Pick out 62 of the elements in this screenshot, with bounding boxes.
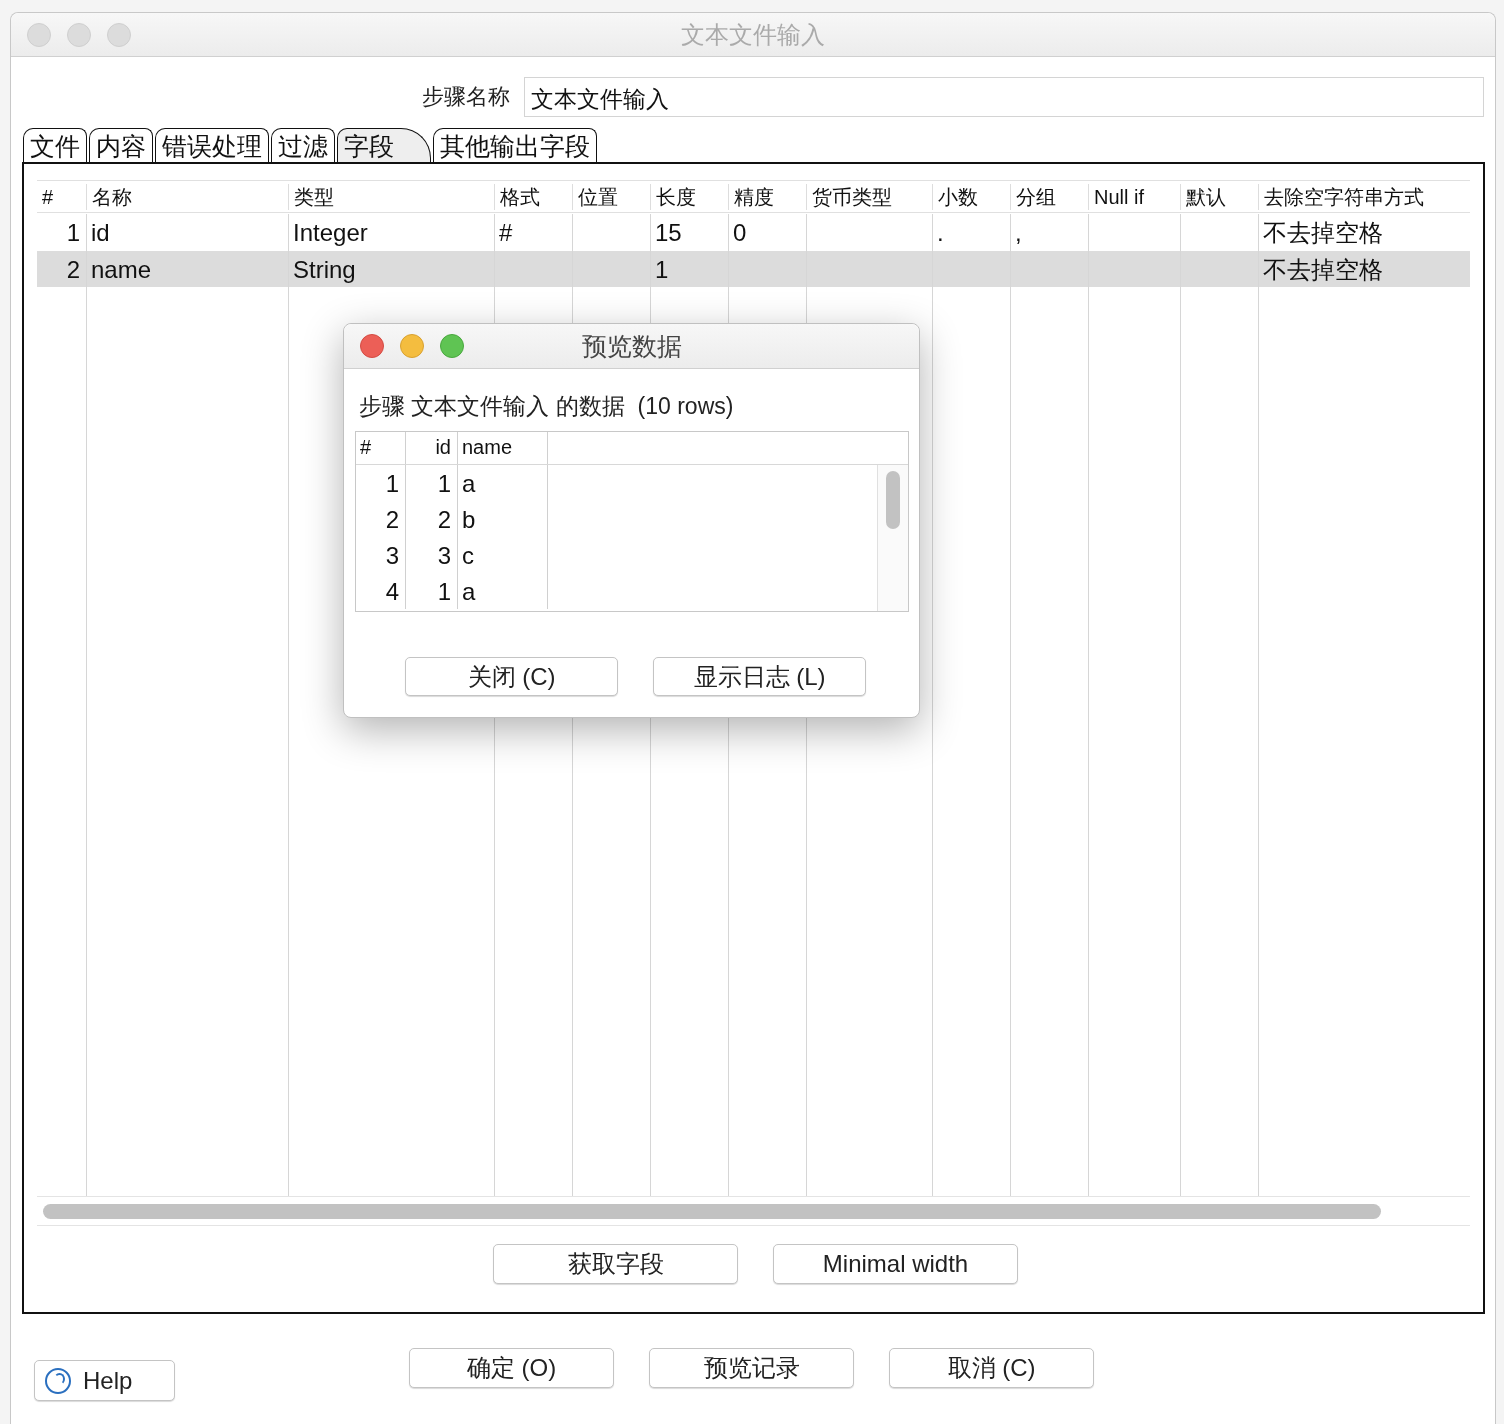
step-name-field[interactable]: 文本文件输入: [524, 77, 1484, 117]
column-header: 格式: [494, 183, 572, 210]
column-header: 分组: [1010, 183, 1088, 210]
table-cell: 4: [356, 573, 406, 609]
caption: 步骤 文本文件输入 的数据 (10 rows): [359, 392, 735, 421]
scrollbar-thumb[interactable]: [43, 1203, 1381, 1219]
tab[interactable]: 内容: [89, 128, 153, 162]
table-cell: String: [288, 251, 494, 289]
scrollbar-thumb[interactable]: [886, 471, 900, 529]
column-header: id: [406, 432, 458, 464]
column-header: 货币类型: [806, 183, 932, 210]
button[interactable]: 关闭 (C): [405, 657, 618, 696]
table-cell: a: [458, 573, 548, 609]
button[interactable]: 取消 (C): [889, 1348, 1094, 1388]
table-cell: b: [458, 501, 548, 537]
column-header: 默认: [1180, 183, 1258, 210]
window-minimize-icon[interactable]: [400, 334, 424, 358]
help-button[interactable]: Help: [34, 1360, 175, 1401]
column-header: 去除空字符串方式: [1258, 183, 1471, 210]
column-header: Null if: [1088, 183, 1180, 210]
column-header: #: [356, 432, 406, 464]
tab[interactable]: 错误处理: [155, 128, 269, 162]
button[interactable]: 获取字段: [493, 1244, 738, 1284]
help-icon: [45, 1367, 71, 1394]
table-row[interactable]: 2 name String 1 不去掉空格: [37, 251, 1470, 287]
column-header: name: [458, 432, 548, 464]
table-cell-text: 2: [65, 255, 81, 285]
column-header: #: [41, 184, 55, 210]
tab[interactable]: 文件: [23, 128, 87, 162]
table-cell: 2: [356, 501, 406, 537]
table-cell: 3: [406, 537, 458, 573]
table-cell: 1: [356, 465, 406, 501]
table-cell-text: 1: [65, 218, 81, 248]
button[interactable]: Minimal width: [773, 1244, 1018, 1284]
tab[interactable]: 其他输出字段: [433, 128, 597, 162]
column-header: 长度: [650, 183, 728, 210]
tab[interactable]: 字段: [337, 128, 431, 162]
table-cell: 1: [650, 251, 728, 289]
column-header: 位置: [572, 183, 650, 210]
tab[interactable]: 过滤: [271, 128, 335, 162]
button[interactable]: 确定 (O): [409, 1348, 614, 1388]
column-header: 小数: [932, 183, 1010, 210]
column-header: 精度: [728, 183, 806, 210]
window-zoom-icon[interactable]: [440, 334, 464, 358]
table-cell: 1: [406, 573, 458, 609]
table-cell: name: [86, 251, 288, 289]
window-zoom-icon[interactable]: [107, 22, 131, 47]
table-cell: 3: [356, 537, 406, 573]
window-minimize-icon[interactable]: [67, 22, 91, 47]
button[interactable]: 显示日志 (L): [653, 657, 866, 696]
step-name-label: 步骤名称: [422, 83, 510, 111]
table-cell: 1: [406, 465, 458, 501]
window-close-icon[interactable]: [360, 334, 384, 358]
button[interactable]: 预览记录: [649, 1348, 854, 1388]
table-cell: 2: [406, 501, 458, 537]
table-cell: a: [458, 465, 548, 501]
column-header: 名称: [86, 183, 288, 210]
table-cell: c: [458, 537, 548, 573]
window-title: 文本文件输入: [681, 19, 825, 50]
table-cell: 不去掉空格: [1258, 251, 1471, 289]
column-header: 类型: [288, 183, 494, 210]
dialog-title: 预览数据: [581, 330, 682, 362]
